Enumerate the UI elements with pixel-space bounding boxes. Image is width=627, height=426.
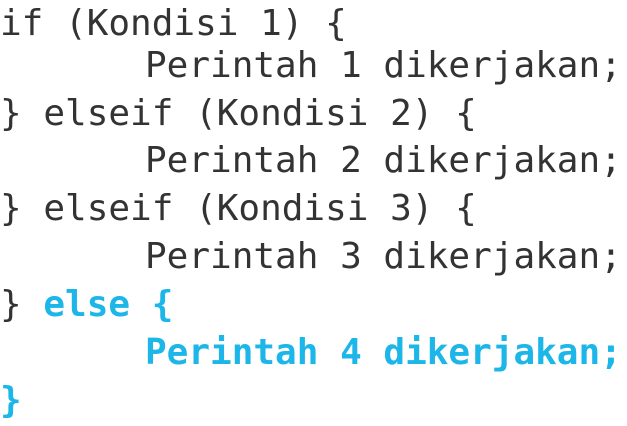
code-text: } [0, 284, 44, 325]
code-text: } elseif (Kondisi 3) { [0, 188, 477, 229]
code-line-statement-3: Perintah 3 dikerjakan; [0, 233, 622, 281]
code-text: Perintah 1 dikerjakan; [145, 45, 622, 86]
code-text: } elseif (Kondisi 2) { [0, 93, 477, 134]
code-text: Perintah 3 dikerjakan; [145, 236, 622, 277]
code-line-statement-2: Perintah 2 dikerjakan; [0, 137, 622, 185]
code-snippet: if (Kondisi 1) { Perintah 1 dikerjakan; … [0, 0, 627, 426]
highlighted-code-text: else { [43, 284, 174, 325]
code-line-closing-brace: } [0, 377, 22, 425]
code-line-if: if (Kondisi 1) { [0, 0, 347, 48]
code-line-elseif-2: } elseif (Kondisi 2) { [0, 90, 477, 138]
code-text: Perintah 2 dikerjakan; [145, 140, 622, 181]
highlighted-code-text: Perintah 4 dikerjakan; [145, 332, 622, 373]
code-text: if (Kondisi 1) { [0, 3, 347, 44]
code-line-statement-1: Perintah 1 dikerjakan; [0, 42, 622, 90]
code-line-elseif-3: } elseif (Kondisi 3) { [0, 185, 477, 233]
code-line-statement-4: Perintah 4 dikerjakan; [0, 329, 622, 377]
highlighted-code-text: } [0, 380, 22, 421]
code-line-else: } else { [0, 281, 173, 329]
